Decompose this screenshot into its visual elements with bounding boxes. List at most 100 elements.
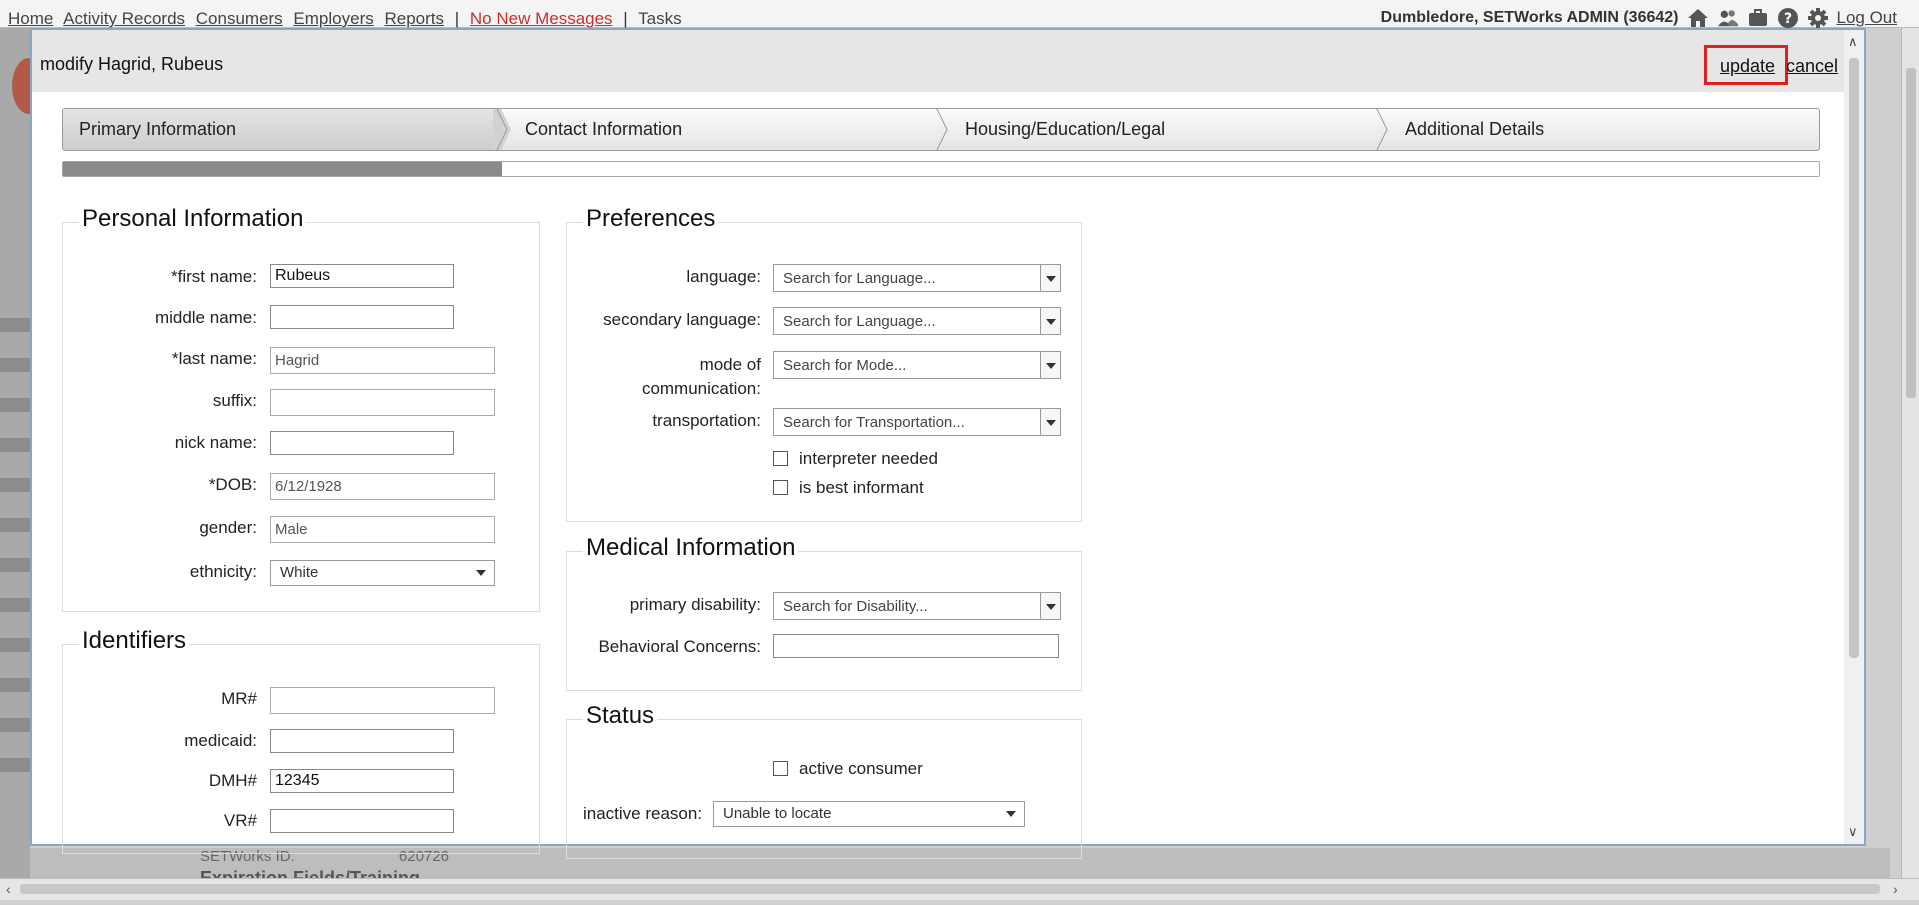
- interpreter-needed-checkbox[interactable]: [773, 451, 788, 466]
- medicaid-input[interactable]: [270, 729, 454, 753]
- nav-link-activity-records[interactable]: Activity Records: [63, 9, 185, 28]
- scroll-up-icon[interactable]: ∧: [1848, 34, 1858, 50]
- language-placeholder: Search for Language...: [783, 270, 936, 287]
- transportation-dropdown-button[interactable]: [1040, 409, 1060, 435]
- scroll-right-icon[interactable]: ›: [1893, 881, 1898, 897]
- dialog-vertical-scrollbar[interactable]: ∧ ∨: [1844, 30, 1864, 844]
- secondary-language-dropdown-button[interactable]: [1040, 308, 1060, 334]
- scrollbar-thumb[interactable]: [20, 884, 1880, 894]
- suffix-input[interactable]: [270, 389, 495, 416]
- users-icon[interactable]: [1717, 7, 1739, 29]
- chevron-down-icon: [476, 570, 486, 576]
- step-additional-details[interactable]: Additional Details: [1389, 109, 1819, 150]
- transportation-placeholder: Search for Transportation...: [783, 414, 965, 431]
- middle-name-label: middle name:: [154, 308, 257, 327]
- ethnicity-value: White: [280, 564, 319, 581]
- step-label: Primary Information: [79, 119, 237, 139]
- nick-name-input[interactable]: [270, 431, 454, 455]
- gender-input[interactable]: [270, 516, 495, 543]
- suffix-label: suffix:: [212, 391, 257, 410]
- transportation-label: transportation:: [652, 411, 761, 430]
- mode-placeholder: Search for Mode...: [783, 357, 907, 374]
- dialog-header: modify Hagrid, Rubeus update cancel: [32, 30, 1864, 92]
- home-icon[interactable]: [1687, 7, 1709, 29]
- inactive-reason-value: Unable to locate: [723, 805, 832, 822]
- dmh-label: DMH#: [208, 771, 257, 790]
- mode-combobox[interactable]: Search for Mode...: [773, 351, 1061, 379]
- svg-text:?: ?: [1783, 11, 1791, 27]
- nav-link-messages[interactable]: No New Messages: [470, 9, 613, 28]
- dialog-title: modify Hagrid, Rubeus: [40, 54, 224, 74]
- nav-link-tasks[interactable]: Tasks: [638, 9, 681, 28]
- step-label: Contact Information: [525, 119, 683, 139]
- scrollbar-thumb[interactable]: [1906, 68, 1916, 398]
- step-primary-information[interactable]: Primary Information: [63, 109, 501, 150]
- nav-link-reports[interactable]: Reports: [384, 9, 444, 28]
- disability-dropdown-button[interactable]: [1040, 593, 1060, 619]
- step-label: Housing/Education/Legal: [965, 119, 1166, 139]
- nav-link-home[interactable]: Home: [8, 9, 53, 28]
- first-name-input[interactable]: [270, 264, 454, 288]
- active-consumer-checkbox[interactable]: [773, 761, 788, 776]
- chevron-down-icon: [1046, 420, 1056, 426]
- sidebar-stripe: [0, 318, 30, 332]
- secondary-language-combobox[interactable]: Search for Language...: [773, 307, 1061, 335]
- update-link[interactable]: update: [1720, 56, 1775, 77]
- dmh-input[interactable]: [270, 769, 454, 793]
- transportation-combobox[interactable]: Search for Transportation...: [773, 408, 1061, 436]
- briefcase-icon[interactable]: [1747, 7, 1769, 29]
- sidebar-stripe: [0, 358, 30, 372]
- nav-separator: |: [454, 9, 460, 28]
- user-name: Dumbledore, SETWorks ADMIN (36642): [1380, 9, 1679, 26]
- scrollbar-thumb[interactable]: [1849, 58, 1859, 658]
- help-icon[interactable]: ?: [1777, 7, 1799, 29]
- active-consumer-label: active consumer: [799, 759, 923, 778]
- page-vertical-scrollbar[interactable]: [1901, 28, 1919, 878]
- nav-links: Home Activity Records Consumers Employer…: [8, 9, 688, 29]
- inactive-reason-select[interactable]: Unable to locate: [713, 801, 1025, 827]
- medicaid-label: medicaid:: [184, 731, 257, 750]
- vr-input[interactable]: [270, 809, 454, 833]
- sidebar-stripe: [0, 478, 30, 492]
- cancel-link[interactable]: cancel: [1786, 56, 1838, 77]
- primary-disability-combobox[interactable]: Search for Disability...: [773, 592, 1061, 620]
- mode-dropdown-button[interactable]: [1040, 352, 1060, 378]
- step-housing-education-legal[interactable]: Housing/Education/Legal: [949, 109, 1377, 150]
- behavioral-concerns-label: Behavioral Concerns:: [598, 637, 761, 656]
- language-dropdown-button[interactable]: [1040, 265, 1060, 291]
- dob-label: *DOB:: [208, 475, 257, 494]
- language-label: language:: [686, 267, 761, 286]
- dob-input[interactable]: [270, 473, 495, 500]
- chevron-down-icon: [1046, 276, 1056, 282]
- logout-link[interactable]: Log Out: [1837, 8, 1898, 28]
- sidebar-stripe: [0, 598, 30, 612]
- sidebar-stripe: [0, 718, 30, 732]
- secondary-language-placeholder: Search for Language...: [783, 313, 936, 330]
- modify-consumer-dialog: modify Hagrid, Rubeus update cancel ∧ ∨ …: [30, 28, 1866, 859]
- ethnicity-select[interactable]: White: [270, 560, 495, 586]
- step-contact-information[interactable]: Contact Information: [509, 109, 937, 150]
- nav-link-consumers[interactable]: Consumers: [196, 9, 283, 28]
- section-legend: Preferences: [583, 205, 719, 233]
- primary-disability-label: primary disability:: [629, 595, 761, 614]
- mr-input[interactable]: [270, 687, 495, 714]
- preferences-section: Preferences language: Search for Languag…: [566, 205, 1082, 522]
- section-legend: Status: [583, 702, 658, 730]
- status-section: Status active consumer inactive reason: …: [566, 702, 1082, 859]
- last-name-input[interactable]: [270, 347, 495, 374]
- best-informant-checkbox[interactable]: [773, 480, 788, 495]
- scroll-down-icon[interactable]: ∨: [1848, 824, 1858, 840]
- sidebar-stripe: [0, 758, 30, 772]
- scroll-left-icon[interactable]: ‹: [6, 881, 11, 897]
- language-combobox[interactable]: Search for Language...: [773, 264, 1061, 292]
- behavioral-concerns-input[interactable]: [773, 634, 1059, 658]
- chevron-down-icon: [1046, 604, 1056, 610]
- section-legend: Personal Information: [79, 205, 307, 233]
- sidebar-stripe: [0, 398, 30, 412]
- best-informant-label: is best informant: [799, 478, 924, 497]
- nav-link-employers[interactable]: Employers: [293, 9, 373, 28]
- gear-icon[interactable]: [1807, 7, 1829, 29]
- page-horizontal-scrollbar[interactable]: ‹ ›: [0, 878, 1919, 900]
- middle-name-input[interactable]: [270, 305, 454, 329]
- user-area: Dumbledore, SETWorks ADMIN (36642) ? Log…: [1381, 7, 1897, 29]
